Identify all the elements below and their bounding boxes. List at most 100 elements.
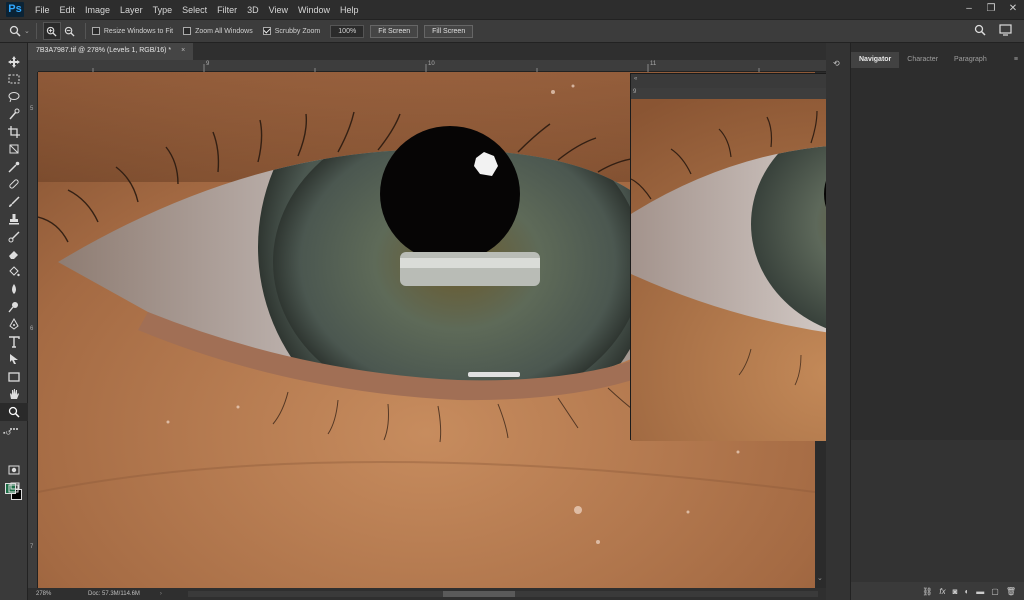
horizontal-ruler: 9 10 11 [38,60,826,72]
photoshop-logo: Ps [6,2,24,17]
zoom-out-icon[interactable] [61,22,79,40]
frame-tool-icon[interactable] [0,141,28,159]
screen-mode-icon[interactable] [0,479,28,497]
path-selection-tool-icon[interactable] [0,351,28,369]
healing-brush-tool-icon[interactable] [0,176,28,194]
move-tool-icon[interactable] [0,53,28,71]
history-brush-tool-icon[interactable] [0,228,28,246]
fit-screen-button[interactable]: Fit Screen [370,24,419,38]
menu-help[interactable]: Help [335,5,364,15]
ruler-label: 9 [206,61,210,67]
quick-mask-icon[interactable] [0,461,28,479]
ruler-corner [28,60,38,72]
ruler-label: 6 [30,326,34,332]
menu-type[interactable]: Type [148,5,178,15]
crop-tool-icon[interactable] [0,123,28,141]
zoom-tool-active-icon[interactable] [0,403,28,421]
scrubby-zoom-checkbox[interactable]: Scrubby Zoom [262,27,321,35]
zoom-level[interactable]: 278% [36,591,76,597]
trash-icon[interactable]: 🗑 [1006,587,1016,596]
menu-image[interactable]: Image [80,5,115,15]
panel-dock-strip: ⟲ [826,43,851,600]
minimize-button[interactable]: – [958,0,980,19]
layers-panel-body [851,440,1024,582]
default-colors-icon[interactable]: ▪↺ [3,429,11,437]
menu-edit[interactable]: Edit [55,5,81,15]
link-icon[interactable]: ⛓ [922,587,932,596]
status-menu-icon[interactable]: › [160,591,162,597]
scrubby-zoom-box[interactable] [262,27,271,35]
scrubby-zoom-label: Scrubby Zoom [274,27,321,35]
document-tab-bar: 7B3A7987.tif @ 278% (Levels 1, RGB/16) *… [28,43,826,60]
new-layer-icon[interactable]: ▢ [991,587,999,596]
panel-menu-icon[interactable]: ≡ [1008,52,1024,68]
workspace-icon[interactable] [999,24,1012,38]
menu-layer[interactable]: Layer [115,5,148,15]
search-icon[interactable] [974,24,986,38]
type-tool-icon[interactable] [0,333,28,351]
panel-tabs: Navigator Character Paragraph ≡ [851,52,1024,68]
eraser-tool-icon[interactable] [0,246,28,264]
hand-tool-icon[interactable] [0,386,28,404]
mask-icon[interactable]: ◙ [953,587,958,596]
history-panel-icon[interactable]: ⟲ [833,59,840,68]
ruler-label: 9 [633,89,637,95]
ruler-label: 10 [428,61,435,67]
options-divider [35,23,37,39]
menu-bar: Ps File Edit Image Layer Type Select Fil… [0,0,1024,19]
lasso-tool-icon[interactable] [0,88,28,106]
brush-tool-icon[interactable] [0,193,28,211]
zoom-in-icon[interactable] [42,22,61,40]
document-tab[interactable]: 7B3A7987.tif @ 278% (Levels 1, RGB/16) *… [28,43,194,60]
tool-preset-chevron-icon[interactable]: ⌄ [24,27,30,35]
scroll-down-icon[interactable]: ⌄ [817,574,823,582]
zoom-all-windows-label: Zoom All Windows [195,27,253,35]
pen-tool-icon[interactable] [0,316,28,334]
ruler-label: 7 [30,544,34,550]
close-button[interactable]: ✕ [1002,0,1024,19]
options-bar: ⌄ Resize Windows to Fit Zoom All Windows… [0,19,1024,43]
restore-button[interactable]: ❐ [980,0,1002,19]
ruler-label: 11 [650,61,657,67]
menu-filter[interactable]: Filter [212,5,242,15]
tab-navigator[interactable]: Navigator [851,52,900,68]
quick-select-tool-icon[interactable] [0,106,28,124]
zoom-all-windows-checkbox[interactable]: Zoom All Windows [183,27,253,35]
zoom-tool-icon[interactable] [6,22,24,40]
document-tab-title: 7B3A7987.tif @ 278% (Levels 1, RGB/16) * [36,47,172,54]
menu-file[interactable]: File [30,5,55,15]
scrollbar-thumb[interactable] [443,591,515,597]
dodge-tool-icon[interactable] [0,298,28,316]
adjustment-icon[interactable]: ◐ [964,587,969,596]
menu-view[interactable]: View [264,5,293,15]
menu-select[interactable]: Select [177,5,212,15]
resize-windows-box[interactable] [91,27,100,35]
fx-icon[interactable]: fx [939,587,945,596]
tools-panel: ▪↺ [0,43,28,600]
zoom-percent-field[interactable]: 100% [330,24,365,38]
options-divider [84,23,86,39]
tab-paragraph[interactable]: Paragraph [946,52,995,68]
blur-tool-icon[interactable] [0,281,28,299]
status-bar: 278% Doc: 57.3M/114.6M › [28,588,826,600]
fill-screen-button[interactable]: Fill Screen [424,24,474,38]
doc-size: Doc: 57.3M/114.6M [88,591,140,597]
menu-3d[interactable]: 3D [242,5,264,15]
horizontal-scrollbar[interactable] [188,591,818,597]
clone-stamp-tool-icon[interactable] [0,211,28,229]
rectangle-tool-icon[interactable] [0,368,28,386]
layers-panel-footer: ⛓ fx ◙ ◐ ▬ ▢ 🗑 [851,582,1024,600]
tab-character[interactable]: Character [899,52,946,68]
folder-icon[interactable]: ▬ [976,587,984,596]
paint-bucket-tool-icon[interactable] [0,263,28,281]
zoom-all-windows-box[interactable] [183,27,192,35]
menu-window[interactable]: Window [293,5,335,15]
vertical-ruler: 5 6 7 [28,72,38,588]
close-tab-icon[interactable]: × [181,47,185,54]
resize-windows-checkbox[interactable]: Resize Windows to Fit [91,27,174,35]
resize-windows-label: Resize Windows to Fit [103,27,174,35]
eyedropper-tool-icon[interactable] [0,158,28,176]
window-controls: – ❐ ✕ [958,0,1024,19]
collapse-icon[interactable]: « [634,76,637,82]
marquee-tool-icon[interactable] [0,71,28,89]
